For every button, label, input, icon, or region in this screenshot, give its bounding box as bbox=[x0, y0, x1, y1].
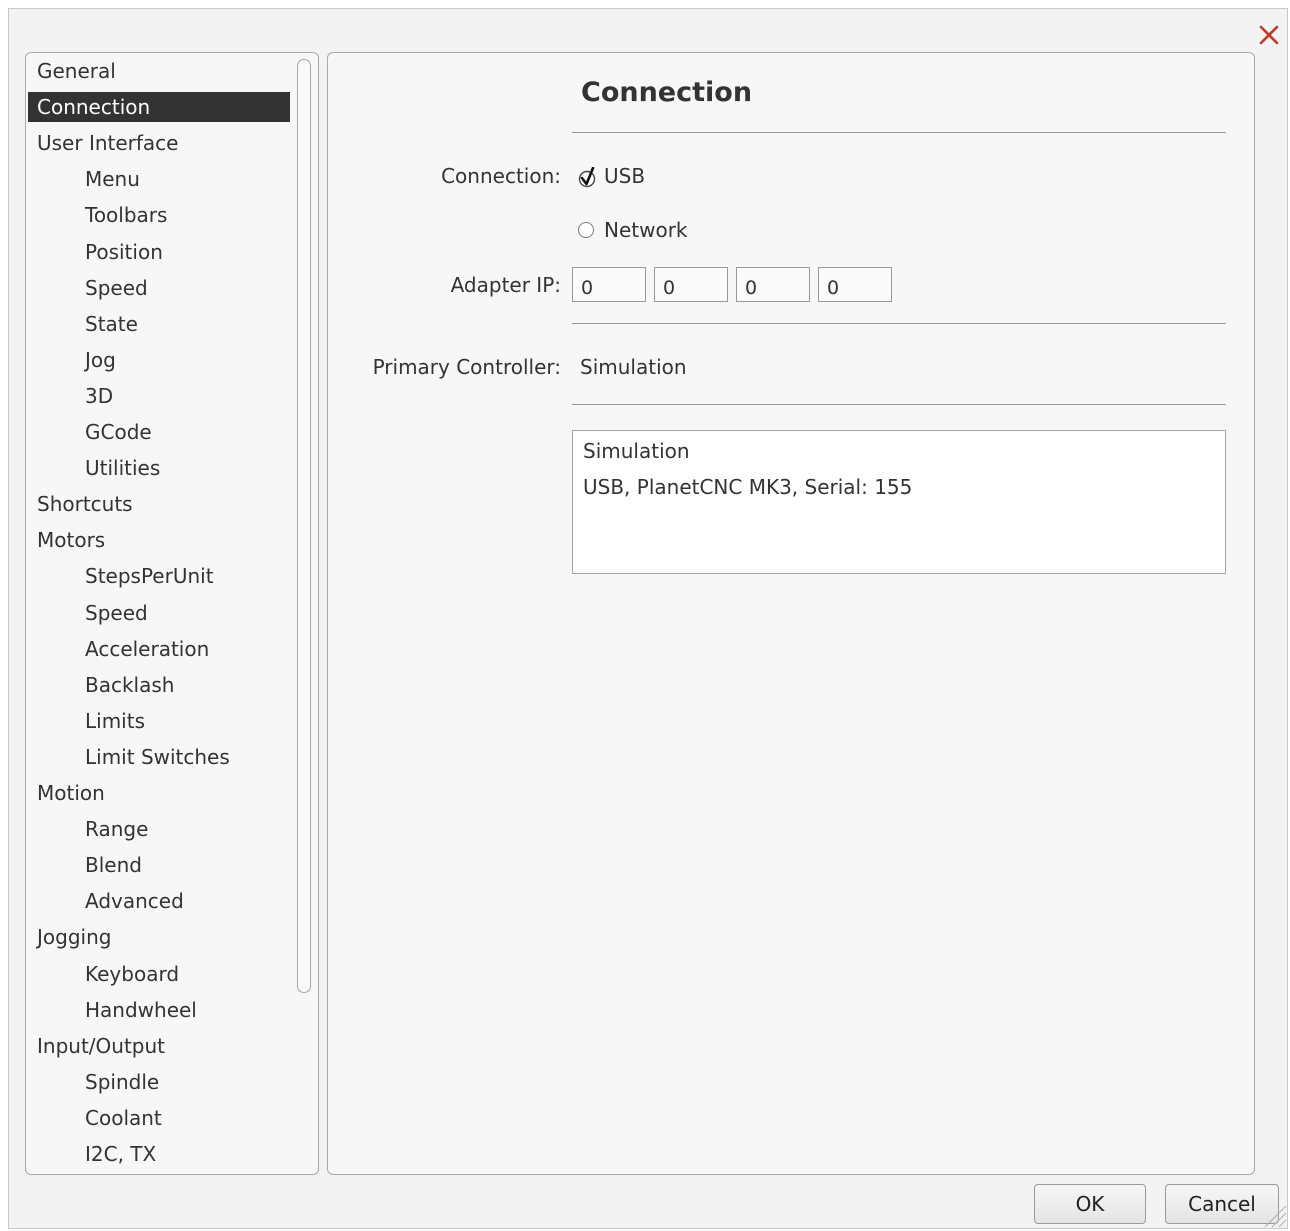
page-title: Connection bbox=[581, 77, 753, 108]
sidebar-item-label: Keyboard bbox=[85, 961, 180, 986]
sidebar-item-toolbars[interactable]: Toolbars bbox=[28, 200, 290, 230]
ok-button[interactable]: OK bbox=[1034, 1184, 1146, 1224]
sidebar-item-utilities[interactable]: Utilities bbox=[28, 453, 290, 483]
sidebar-item-label: I2C, TX bbox=[85, 1142, 157, 1166]
sidebar-item-label: Position bbox=[85, 239, 163, 264]
resize-grip-icon[interactable] bbox=[1261, 1202, 1287, 1228]
sidebar-item-motion[interactable]: Motion bbox=[28, 778, 290, 808]
sidebar-item-acceleration[interactable]: Acceleration bbox=[28, 634, 290, 664]
sidebar-item-jog[interactable]: Jog bbox=[28, 345, 290, 375]
divider bbox=[572, 323, 1226, 324]
sidebar-item-label: Jogging bbox=[37, 925, 112, 950]
sidebar-scrollbar[interactable] bbox=[297, 59, 311, 993]
sidebar-item-label: Backlash bbox=[85, 672, 175, 697]
adapter-ip-label: Adapter IP: bbox=[450, 273, 561, 297]
sidebar-item-keyboard[interactable]: Keyboard bbox=[28, 959, 290, 989]
primary-controller-value: Simulation bbox=[580, 355, 687, 379]
primary-controller-label: Primary Controller: bbox=[372, 355, 561, 379]
sidebar-item-label: Limits bbox=[85, 708, 145, 733]
sidebar-item-speed[interactable]: Speed bbox=[28, 598, 290, 628]
sidebar-item-label: Range bbox=[85, 817, 149, 842]
sidebar-item-label: Acceleration bbox=[85, 636, 210, 661]
connection-label: Connection: bbox=[441, 164, 561, 188]
sidebar-item-label: Speed bbox=[85, 275, 148, 300]
controller-list[interactable]: Simulation USB, PlanetCNC MK3, Serial: 1… bbox=[572, 430, 1226, 574]
sidebar-item-label: General bbox=[37, 59, 116, 83]
sidebar-item-handwheel[interactable]: Handwheel bbox=[28, 995, 290, 1025]
sidebar-item-state[interactable]: State bbox=[28, 309, 290, 339]
sidebar-item-speed[interactable]: Speed bbox=[28, 273, 290, 303]
sidebar-item-connection[interactable]: Connection bbox=[28, 92, 290, 123]
sidebar-item-coolant[interactable]: Coolant bbox=[28, 1103, 290, 1133]
network-radio[interactable]: Network bbox=[578, 215, 688, 245]
sidebar-item-general[interactable]: General bbox=[28, 56, 290, 86]
sidebar-item-label: Motion bbox=[37, 781, 105, 805]
sidebar-item-label: Motors bbox=[37, 528, 106, 553]
sidebar-item-advanced[interactable]: Advanced bbox=[28, 886, 290, 916]
sidebar-item-jogging[interactable]: Jogging bbox=[28, 922, 290, 952]
usb-checkbox[interactable]: USB bbox=[578, 161, 645, 191]
sidebar-item-user-interface[interactable]: User Interface bbox=[28, 128, 290, 158]
sidebar-item-menu[interactable]: Menu bbox=[28, 164, 290, 194]
sidebar-item-label: StepsPerUnit bbox=[85, 564, 214, 589]
network-label: Network bbox=[604, 218, 688, 242]
ip-octet-3[interactable] bbox=[736, 267, 810, 302]
settings-sidebar: General Connection User Interface Menu Toolb… bbox=[25, 52, 319, 1175]
sidebar-item-label: Blend bbox=[85, 853, 142, 878]
sidebar-item-label: Utilities bbox=[85, 456, 161, 481]
sidebar-item-label: Spindle bbox=[85, 1069, 160, 1094]
sidebar-item-label: Limit Switches bbox=[85, 744, 230, 769]
sidebar-item-label: Connection bbox=[37, 95, 151, 120]
sidebar-item-3d[interactable]: 3D bbox=[28, 381, 290, 411]
sidebar-item-label: Toolbars bbox=[85, 203, 168, 228]
ip-octet-1[interactable] bbox=[572, 267, 646, 302]
sidebar-item-label: Input/Output bbox=[37, 1033, 165, 1058]
sidebar-item-label: Jog bbox=[85, 347, 116, 372]
sidebar-item-gcode[interactable]: GCode bbox=[28, 417, 290, 447]
close-button[interactable] bbox=[1255, 21, 1283, 49]
checkmark-icon bbox=[578, 166, 596, 188]
sidebar-item-label: User Interface bbox=[37, 131, 179, 156]
sidebar-item-limits[interactable]: Limits bbox=[28, 706, 290, 736]
sidebar-item-label: 3D bbox=[85, 383, 114, 408]
sidebar-item-input-output[interactable]: Input/Output bbox=[28, 1031, 290, 1061]
sidebar-item-blend[interactable]: Blend bbox=[28, 850, 290, 880]
usb-label: USB bbox=[604, 164, 646, 188]
ip-octet-4[interactable] bbox=[818, 267, 892, 302]
sidebar-item-position[interactable]: Position bbox=[28, 237, 290, 267]
close-icon bbox=[1259, 25, 1279, 45]
sidebar-item-motors[interactable]: Motors bbox=[28, 525, 290, 555]
sidebar-item-label: Shortcuts bbox=[37, 492, 133, 517]
list-item[interactable]: USB, PlanetCNC MK3, Serial: 155 bbox=[583, 475, 912, 499]
sidebar-item-limit-switches[interactable]: Limit Switches bbox=[28, 742, 290, 772]
sidebar-item-spindle[interactable]: Spindle bbox=[28, 1067, 290, 1097]
sidebar-item-label: GCode bbox=[85, 420, 152, 444]
sidebar-item-range[interactable]: Range bbox=[28, 814, 290, 844]
connection-panel: Connection Connection: USB Network Adapt… bbox=[327, 52, 1255, 1175]
divider bbox=[572, 132, 1226, 133]
ip-octet-2[interactable] bbox=[654, 267, 728, 302]
sidebar-item-label: Advanced bbox=[85, 889, 184, 914]
sidebar-item-label: State bbox=[85, 311, 138, 336]
sidebar-item-label: Menu bbox=[85, 167, 140, 192]
divider bbox=[572, 404, 1226, 405]
sidebar-item-i2c-tx[interactable]: I2C, TX bbox=[28, 1139, 290, 1169]
settings-dialog: General Connection User Interface Menu Toolb… bbox=[8, 8, 1288, 1229]
sidebar-item-label: Speed bbox=[85, 600, 148, 625]
sidebar-item-label: Coolant bbox=[85, 1105, 162, 1130]
sidebar-item-label: Handwheel bbox=[85, 997, 197, 1022]
sidebar-item-shortcuts[interactable]: Shortcuts bbox=[28, 489, 290, 519]
sidebar-item-stepsperunit[interactable]: StepsPerUnit bbox=[28, 561, 290, 591]
radio-circle-icon bbox=[578, 222, 594, 238]
list-item[interactable]: Simulation bbox=[583, 439, 690, 463]
sidebar-item-backlash[interactable]: Backlash bbox=[28, 670, 290, 700]
